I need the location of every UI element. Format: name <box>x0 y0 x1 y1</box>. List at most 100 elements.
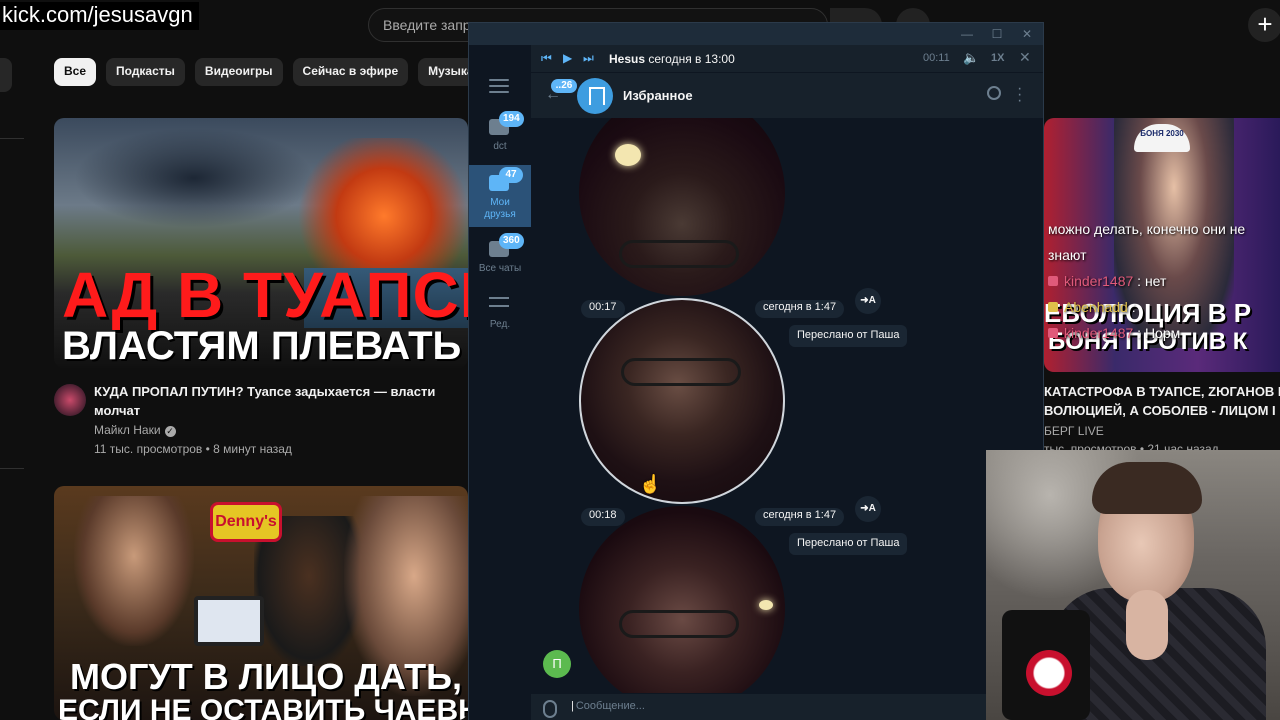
thumbnail-art <box>194 596 264 646</box>
thumbnail-art <box>294 138 468 268</box>
chat-username: kinder1487 <box>1064 325 1134 341</box>
folder-all-chats[interactable]: 360 Все чаты <box>469 231 531 291</box>
channel-name-text[interactable]: Майкл Наки <box>94 423 161 437</box>
video-note[interactable] <box>579 506 785 693</box>
minimize-icon[interactable]: — <box>959 26 975 42</box>
audio-player-bar: ⏮ ▶ ⏭ Hesus сегодня в 13:00 00:11 🔈 1X ✕ <box>531 45 1043 73</box>
sidebar-divider <box>0 468 24 469</box>
folder-edit[interactable]: Ред. <box>469 287 531 347</box>
telegram-window: — ☐ ✕ 194 dct 47 Мои друзья 360 Все чаты <box>468 22 1044 720</box>
menu-icon[interactable] <box>489 79 509 95</box>
thumbnail-text: ВЛАСТЯМ ПЛЕВАТЬ <box>62 324 462 368</box>
thumbnail-sign: Denny's <box>210 502 282 542</box>
video-info: КАТАСТРОФА В ТУАПСЕ, ZЮГАНОВ Г ВОЛЮЦИЕЙ,… <box>1044 382 1280 456</box>
folder-label: Ред. <box>489 319 511 330</box>
sliders-icon <box>489 297 509 307</box>
volume-icon[interactable]: 🔈 <box>963 50 979 66</box>
badge-icon <box>1048 276 1058 286</box>
unread-badge: 360 <box>499 233 524 249</box>
thumbnail-art <box>74 128 314 228</box>
chat-message: kinder1487 : Норм <box>1048 320 1280 346</box>
channel-avatar[interactable] <box>54 384 86 416</box>
stream-chat-overlay: можно делать, конечно они не знают kinde… <box>1048 216 1280 346</box>
video-thumbnail[interactable]: АД В ТУАПСЕ ВЛАСТЯМ ПЛЕВАТЬ <box>54 118 468 368</box>
chat-message: знают <box>1048 242 1280 268</box>
player-time: 00:11 <box>923 52 950 64</box>
screen: kick.com/jesusavgn Введите запрос + Все … <box>0 0 1280 720</box>
video-title[interactable]: КУДА ПРОПАЛ ПУТИН? Туапсе задыхается — в… <box>94 382 464 420</box>
close-player-icon[interactable]: ✕ <box>1019 49 1031 66</box>
video-thumbnail[interactable]: Denny's МОГУТ В ЛИЦО ДАТЬ, ЕСЛИ НЕ ОСТАВ… <box>54 486 468 720</box>
video-note[interactable] <box>579 118 785 296</box>
unread-badge: ..26 <box>551 79 577 93</box>
folder-label: Все чаты <box>478 263 522 274</box>
chat-message: kinder1487 : нет <box>1048 268 1280 294</box>
sidebar-active-item[interactable] <box>0 58 12 92</box>
channel-name[interactable]: Майкл Наки ✓ <box>94 423 176 437</box>
thumbnail-text: МОГУТ В ЛИЦО ДАТЬ, <box>70 656 462 697</box>
webcam-person-hand <box>1126 590 1168 660</box>
message-list[interactable]: 00:17 сегодня в 1:47 ➜A Переслано от Паш… <box>531 118 1043 693</box>
play-icon[interactable]: ▶ <box>563 51 572 65</box>
forwarded-from[interactable]: Переслано от Паша <box>789 325 908 347</box>
chat-text: можно делать, конечно они не <box>1048 221 1246 237</box>
compose-bar: Сообщение... <box>531 693 1043 720</box>
thumbnail-text: ЕСЛИ НЕ ОСТАВИТЬ ЧАЕВЫЕ? <box>58 694 468 720</box>
chat-text: : Норм <box>1137 325 1181 341</box>
chip-podcasts[interactable]: Подкасты <box>106 58 185 86</box>
sender-avatar[interactable]: П <box>543 650 571 678</box>
badge-icon <box>1048 302 1058 312</box>
chat-header: ← ..26 Избранное · · · <box>531 74 1043 118</box>
chip-all[interactable]: Все <box>54 58 97 86</box>
video-duration: 00:17 <box>581 300 625 318</box>
maximize-icon[interactable]: ☐ <box>989 26 1005 42</box>
verified-icon: ✓ <box>164 426 176 437</box>
message-input[interactable]: Сообщение... <box>571 700 645 712</box>
chip-live[interactable]: Сейчас в эфире <box>292 58 409 86</box>
video-title[interactable]: КАТАСТРОФА В ТУАПСЕ, ZЮГАНОВ Г <box>1044 382 1280 401</box>
folder-label: Мои друзья <box>484 197 516 220</box>
folder-friends[interactable]: 47 Мои друзья <box>469 165 531 227</box>
close-window-icon[interactable]: ✕ <box>1019 26 1035 42</box>
video-frame-face <box>619 240 739 268</box>
mic-logo-icon <box>1026 650 1072 696</box>
search-icon[interactable] <box>987 86 1001 100</box>
previous-track-icon[interactable]: ⏮ <box>541 51 552 66</box>
player-track-info[interactable]: Hesus сегодня в 13:00 <box>609 52 735 66</box>
channel-name[interactable]: БЕРГ LIVE <box>1044 424 1280 438</box>
webcam-person-hair <box>1092 462 1202 514</box>
forward-button[interactable]: ➜A <box>855 496 881 522</box>
stream-url-overlay: kick.com/jesusavgn <box>0 2 199 30</box>
unread-badge: 194 <box>499 111 524 127</box>
badge-icon <box>1048 328 1058 338</box>
chat-text: : нет <box>1137 273 1167 289</box>
unread-badge: 47 <box>499 167 523 183</box>
filter-chips: Все Подкасты Видеоигры Сейчас в эфире Му… <box>54 58 484 86</box>
video-frame-light <box>615 144 641 166</box>
chat-username: Abenhadd <box>1064 299 1128 315</box>
streamer-webcam <box>986 450 1280 720</box>
video-duration: 00:18 <box>581 508 625 526</box>
video-frame-light <box>759 600 773 610</box>
create-plus-icon[interactable]: + <box>1248 8 1280 42</box>
chip-videogames[interactable]: Видеоигры <box>194 58 283 86</box>
saved-messages-avatar[interactable] <box>577 78 613 114</box>
chat-title[interactable]: Избранное <box>623 88 693 103</box>
next-track-icon[interactable]: ⏭ <box>583 51 594 66</box>
window-titlebar[interactable]: — ☐ ✕ <box>469 23 1043 45</box>
chat-message: можно делать, конечно они не <box>1048 216 1280 242</box>
video-title-line2[interactable]: ВОЛЮЦИЕЙ, А СОБОЛЕВ - ЛИЦОМ І М <box>1044 401 1280 420</box>
attach-icon[interactable] <box>543 700 557 718</box>
chat-username: kinder1487 <box>1064 273 1134 289</box>
chat-message: Abenhadd : <box>1048 294 1280 320</box>
playback-speed-button[interactable]: 1X <box>991 52 1004 64</box>
folder-sidebar: 194 dct 47 Мои друзья 360 Все чаты Ред. <box>469 45 531 720</box>
forwarded-from[interactable]: Переслано от Паша <box>789 533 908 555</box>
more-options-icon[interactable]: · · · <box>1017 81 1022 109</box>
folder-label: dct <box>493 141 507 152</box>
forward-button[interactable]: ➜A <box>855 288 881 314</box>
video-meta: 11 тыс. просмотров • 8 минут назад <box>94 442 292 456</box>
video-note-playing[interactable] <box>579 298 785 504</box>
message-date: сегодня в 1:47 <box>755 300 845 318</box>
folder-dct[interactable]: 194 dct <box>469 109 531 169</box>
